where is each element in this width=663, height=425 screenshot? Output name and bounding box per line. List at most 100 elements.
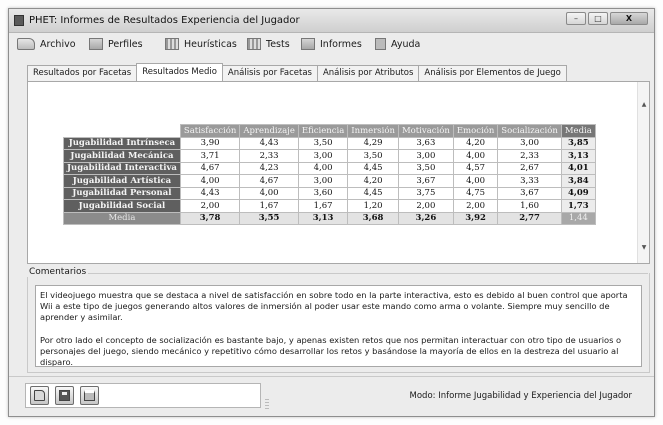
title-bar[interactable]: PHET: Informes de Resultados Experiencia… [9, 9, 654, 33]
table-media-row: Media 3,78 3,55 3,13 3,68 3,26 3,92 2,77 1,44 [63, 211, 596, 225]
tab-analisis-por-facetas[interactable]: Análisis por Facetas [221, 65, 318, 81]
table-corner [64, 125, 181, 138]
scroll-up-icon[interactable]: ▲ [638, 100, 650, 110]
column-header: Motivación [397, 124, 454, 138]
table-cell: 4,67 [239, 174, 299, 188]
row-media-cell: 4,01 [560, 161, 596, 175]
save-icon [59, 390, 70, 401]
menu-heuristicas[interactable]: Heurísticas [165, 37, 237, 51]
vertical-scrollbar[interactable]: ▲ ▼ [637, 82, 649, 263]
maximize-button[interactable]: □ [588, 12, 608, 25]
table-cell: 3,67 [497, 186, 562, 200]
table-cell: 4,23 [239, 161, 299, 175]
table-cell: 4,00 [297, 161, 349, 175]
table-cell: 3,00 [297, 174, 349, 188]
media-cell: 3,78 [179, 211, 241, 225]
table-cell: 4,45 [347, 186, 399, 200]
menu-ayuda[interactable]: Ayuda [375, 37, 420, 51]
row-header: Jugabilidad Mecánica [63, 149, 181, 163]
comments-textarea[interactable]: El videojuego muestra que se destaca a n… [35, 285, 642, 367]
print-icon [84, 390, 95, 401]
table-cell: 3,50 [347, 149, 399, 163]
print-button[interactable] [80, 386, 99, 405]
tests-icon [247, 38, 261, 50]
bottom-bar: Modo: Informe Jugabilidad y Experiencia … [9, 376, 654, 416]
table-cell: 3,50 [297, 136, 349, 150]
table-cell: 3,00 [297, 149, 349, 163]
table-cell: 3,90 [179, 136, 241, 150]
table-cell: 3,33 [497, 174, 562, 188]
table-cell: 4,29 [347, 136, 399, 150]
media-cell: 2,77 [497, 211, 562, 225]
row-header: Jugabilidad Artística [63, 174, 181, 188]
minimize-button[interactable]: – [566, 12, 586, 25]
table-cell: 4,57 [452, 161, 499, 175]
table-cell: 3,50 [397, 161, 454, 175]
tab-resultados-medio[interactable]: Resultados Medio [136, 63, 223, 81]
table-cell: 3,75 [397, 186, 454, 200]
tab-resultados-por-facetas[interactable]: Resultados por Facetas [27, 65, 138, 81]
row-media-cell: 4,09 [560, 186, 596, 200]
table-cell: 3,60 [297, 186, 349, 200]
media-cell: 3,26 [397, 211, 454, 225]
table-cell: 1,20 [347, 199, 399, 213]
tab-analisis-por-elementos[interactable]: Análisis por Elementos de Juego [418, 65, 567, 81]
table-row: Jugabilidad Intrínseca 3,90 4,43 3,50 4,29 3,… [63, 136, 596, 150]
table-cell: 4,43 [239, 136, 299, 150]
table-row: Jugabilidad Personal 4,43 4,00 3,60 4,45 3,75… [63, 186, 596, 200]
table-cell: 4,67 [179, 161, 241, 175]
open-button[interactable] [30, 386, 49, 405]
menu-perfiles[interactable]: Perfiles [89, 37, 143, 51]
table-cell: 2,00 [397, 199, 454, 213]
row-header: Jugabilidad Personal [63, 186, 181, 200]
media-cell: 3,92 [452, 211, 499, 225]
column-header: Socialización [497, 124, 562, 138]
row-header-media: Media [63, 211, 181, 225]
table-row: Jugabilidad Artística 4,00 4,67 3,00 4,20 3,6… [63, 174, 596, 188]
menu-informes[interactable]: Informes [301, 37, 362, 51]
table-row: Jugabilidad Interactiva 4,67 4,23 4,00 4,45 3… [63, 161, 596, 175]
menu-informes-label: Informes [320, 38, 362, 50]
scroll-down-icon[interactable]: ▼ [638, 243, 650, 253]
menu-perfiles-label: Perfiles [108, 38, 143, 50]
table-cell: 4,20 [347, 174, 399, 188]
table-cell: 3,00 [497, 136, 562, 150]
comments-legend: Comentarios [27, 267, 89, 277]
column-header: Inmersión [347, 124, 399, 138]
comment-paragraph: El videojuego muestra que se destaca a n… [40, 290, 628, 323]
column-header-media: Media [560, 124, 596, 138]
table-cell: 4,00 [239, 186, 299, 200]
table-cell: 4,00 [452, 174, 499, 188]
results-panel: Satisfacción Aprendizaje Eficiencia Inme… [27, 81, 650, 264]
menu-tests-label: Tests [266, 38, 290, 50]
close-button[interactable]: X [610, 12, 648, 25]
table-cell: 3,00 [397, 149, 454, 163]
app-window: PHET: Informes de Resultados Experiencia… [8, 8, 655, 417]
comment-paragraph: Por otro lado el concepto de socializaci… [40, 334, 622, 367]
table-cell: 1,67 [239, 199, 299, 213]
table-cell: 4,00 [179, 174, 241, 188]
table-cell: 1,67 [297, 199, 349, 213]
table-body: Jugabilidad Intrínseca 3,90 4,43 3,50 4,29 3,… [63, 136, 596, 225]
menu-archivo[interactable]: Archivo [17, 37, 76, 51]
reports-icon [301, 38, 315, 50]
grand-media-cell: 1,44 [560, 211, 596, 225]
open-icon [34, 390, 45, 401]
tab-analisis-por-atributos[interactable]: Análisis por Atributos [316, 65, 420, 81]
window-controls: – □ X [566, 12, 648, 25]
media-cell: 3,55 [239, 211, 299, 225]
save-button[interactable] [55, 386, 74, 405]
row-media-cell: 3,13 [560, 149, 596, 163]
status-mode: Modo: Informe Jugabilidad y Experiencia … [409, 391, 632, 401]
row-media-cell: 1,73 [560, 199, 596, 213]
heuristics-icon [165, 38, 179, 50]
resize-grip-icon[interactable] [265, 399, 269, 409]
table-cell: 3,67 [397, 174, 454, 188]
menu-tests[interactable]: Tests [247, 37, 290, 51]
row-header: Jugabilidad Intrínseca [63, 136, 181, 150]
tab-strip: Resultados por Facetas Resultados Medio … [27, 63, 567, 81]
row-header: Jugabilidad Interactiva [63, 161, 181, 175]
folder-icon [17, 38, 35, 50]
column-header: Emoción [452, 124, 499, 138]
table-cell: 1,60 [497, 199, 562, 213]
